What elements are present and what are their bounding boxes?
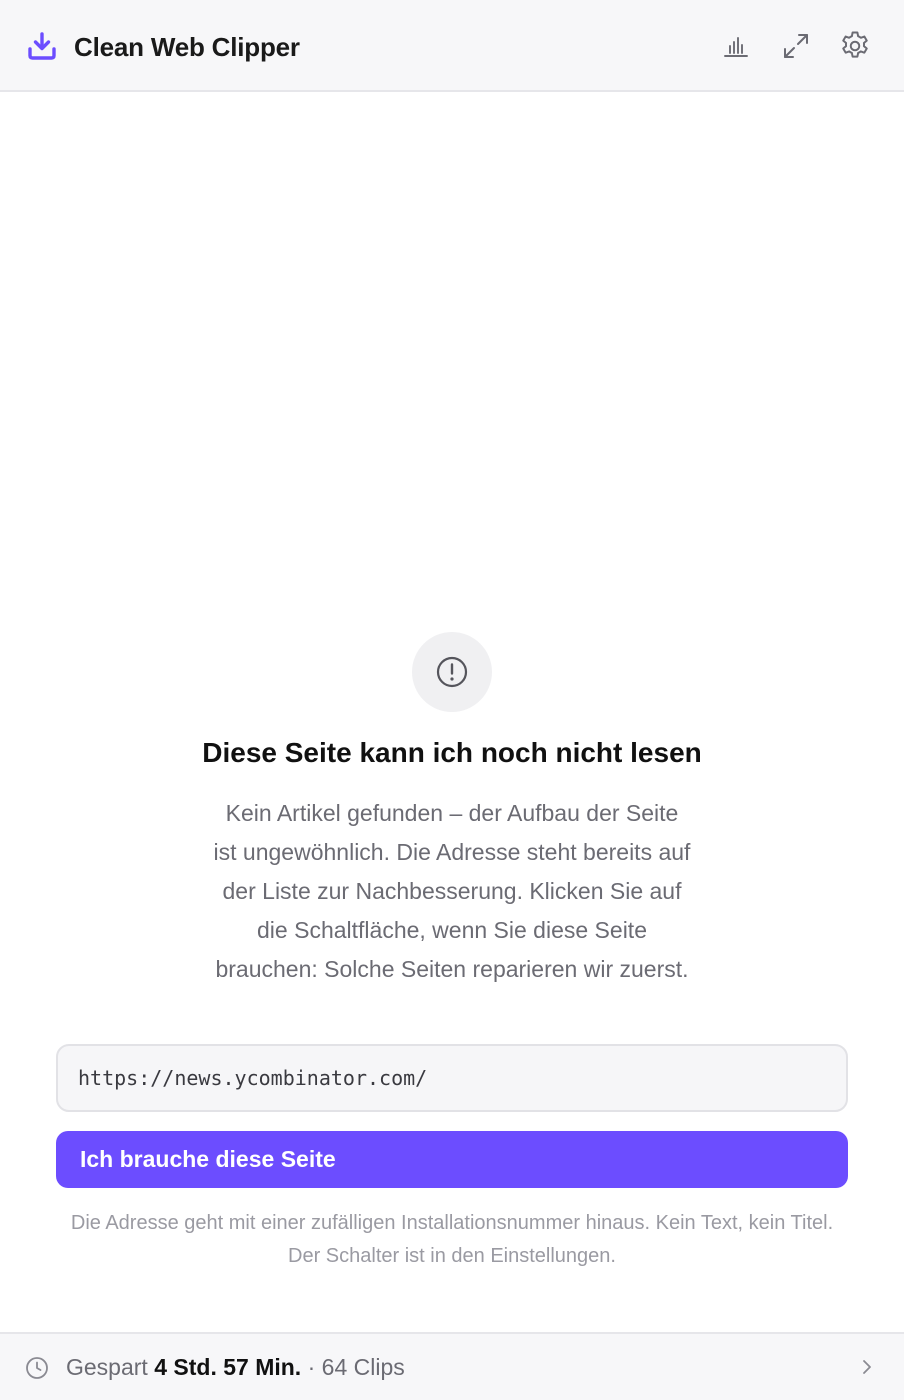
saved-label: Gespart xyxy=(66,1354,148,1380)
chevron-right-icon xyxy=(863,1360,871,1374)
empty-state-description: Kein Artikel gefunden – der Aufbau der S… xyxy=(213,800,691,982)
alert-badge xyxy=(412,632,492,712)
page-url-field[interactable]: https://news.ycombinator.com/ xyxy=(56,1044,848,1112)
savings-summary: Gespart 4 Std. 57 Min. · 64 Clips xyxy=(66,1351,405,1383)
request-page-button[interactable]: Ich brauche diese Seite xyxy=(56,1131,848,1188)
header-bar: Clean Web Clipper xyxy=(0,0,904,92)
clip-count: 64 Clips xyxy=(321,1354,405,1380)
privacy-note: Die Adresse geht mit einer zufälligen In… xyxy=(70,1212,834,1267)
clock-icon xyxy=(26,1357,48,1379)
alert-circle-icon xyxy=(436,656,468,688)
app-title: Clean Web Clipper xyxy=(74,32,300,62)
bar-chart-icon xyxy=(724,37,748,57)
settings-button[interactable] xyxy=(835,26,875,66)
empty-state-title: Diese Seite kann ich noch nicht lesen xyxy=(202,737,702,768)
gear-icon xyxy=(842,31,868,58)
expand-icon xyxy=(784,34,808,58)
savings-footer[interactable]: Gespart 4 Std. 57 Min. · 64 Clips xyxy=(0,1332,904,1400)
stats-button[interactable] xyxy=(716,26,756,66)
expand-button[interactable] xyxy=(776,26,816,66)
download-tray-icon xyxy=(28,32,56,60)
saved-time-value: 4 Std. 57 Min. xyxy=(154,1354,302,1380)
footer-separator: · xyxy=(307,1354,316,1380)
